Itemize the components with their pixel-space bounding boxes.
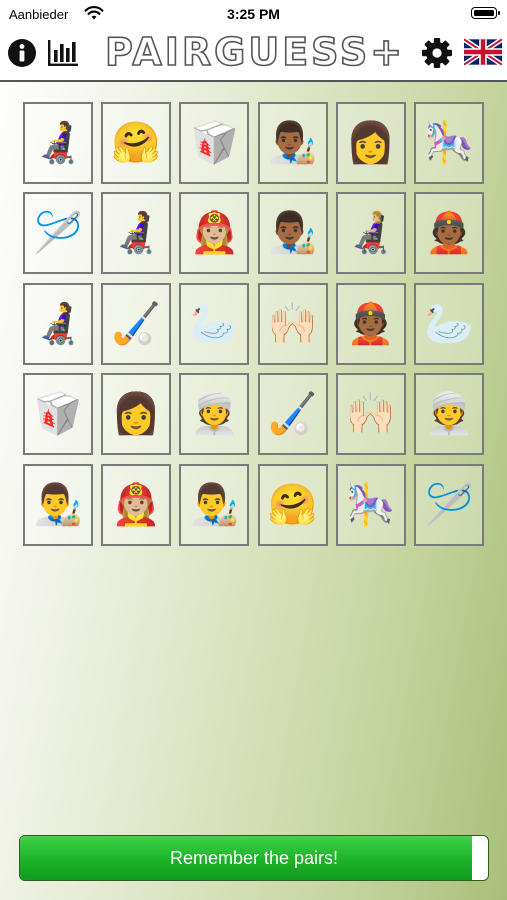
card-tile[interactable]: 🦢 [179,282,250,365]
card-tile[interactable]: 🥡 [23,373,93,456]
card-tile[interactable]: 👩 [101,373,172,456]
card-emoji: 🪡 [424,482,474,527]
card-emoji: 🎠 [345,482,396,527]
card-emoji: 👨‍🎨 [33,482,83,527]
card-tile[interactable]: 👩‍🦼 [23,282,93,365]
card-emoji: 👨🏾‍🎨 [267,121,318,165]
card-emoji: 👩🏼‍🚒 [111,482,162,527]
card-tile[interactable]: 🙌🏻 [335,373,406,456]
card-emoji: 🦢 [424,301,474,346]
card-tile[interactable]: 👩🏼‍🚒 [101,463,172,546]
card-emoji: 👩🏼‍🚒 [189,211,240,256]
card-tile[interactable]: 🏑 [257,373,328,456]
card-emoji: 👨🏾‍🎨 [267,211,318,256]
card-tile[interactable]: 🦢 [414,282,484,365]
card-emoji: 👲🏾 [424,211,474,256]
card-tile[interactable]: 🤗 [257,463,328,546]
card-tile[interactable]: 👨🏾‍🎨 [257,102,328,184]
card-emoji: 🎠 [424,121,474,165]
card-tile[interactable]: 🎠 [335,463,406,546]
card-tile[interactable]: 🪡 [23,192,93,275]
card-tile[interactable]: 🥡 [179,102,250,184]
card-tile[interactable]: 🪡 [414,463,484,546]
card-emoji: 🙌🏻 [345,392,396,437]
card-emoji: 🥡 [33,392,83,437]
card-emoji: 👩 [345,121,396,165]
card-tile[interactable]: 👩‍🦼 [23,102,93,184]
gear-icon [422,38,452,68]
card-emoji: 🤗 [267,482,318,527]
card-tile[interactable]: 🤗 [101,102,172,184]
card-emoji: 🏑 [267,392,318,437]
card-emoji: 🙌🏻 [267,301,318,346]
card-emoji: 👲🏾 [345,301,396,346]
status-bar: Aanbieder 3:25 PM [0,0,507,28]
card-tile[interactable]: 👨‍🎨 [179,463,250,546]
card-tile[interactable]: 👳 [414,373,484,456]
card-tile[interactable]: 👲🏾 [414,192,484,275]
card-emoji: 👩‍🦼 [33,301,83,346]
card-emoji: 👨‍🎨 [189,482,240,527]
app-header: PAIRGUESS+ [0,28,507,82]
card-emoji: 🦢 [189,301,240,346]
card-emoji: 🪡 [33,211,83,256]
card-tile[interactable]: 👲🏾 [335,282,406,365]
info-icon [8,39,36,67]
uk-flag-icon [462,37,504,67]
settings-button[interactable] [420,36,454,70]
card-emoji: 🏑 [111,301,162,346]
bar-chart-icon [48,40,78,66]
card-emoji: 🥡 [189,121,240,165]
card-tile[interactable]: 👨‍🎨 [23,463,93,546]
card-tile[interactable]: 👩🏼‍🦼 [335,192,406,275]
battery-icon [471,7,500,19]
card-emoji: 🤗 [111,121,162,165]
card-tile[interactable]: 🙌🏻 [257,282,328,365]
card-emoji: 👩‍🦼 [111,211,162,256]
card-tile[interactable]: 👨🏾‍🎨 [257,192,328,275]
card-tile[interactable]: 🎠 [414,102,484,184]
card-emoji: 👩🏼‍🦼 [345,211,396,256]
status-time: 3:25 PM [227,6,280,22]
card-emoji: 👳 [189,392,240,437]
statistics-button[interactable] [47,38,79,68]
card-tile[interactable]: 👩‍🦼 [101,192,172,275]
card-tile[interactable]: 👩 [335,102,406,184]
card-tile[interactable]: 🏑 [101,282,172,365]
language-button[interactable] [462,37,504,67]
card-emoji: 👩 [111,392,162,437]
card-emoji: 👩‍🦼 [33,121,83,165]
card-tile[interactable]: 👳 [179,373,250,456]
card-tile[interactable]: 👩🏼‍🚒 [179,192,250,275]
memorize-progress-button[interactable]: Remember the pairs! [19,835,489,881]
card-emoji: 👳 [424,392,474,437]
app-title: PAIRGUESS+ [104,29,406,75]
action-label: Remember the pairs! [169,848,339,868]
info-button[interactable] [7,38,37,68]
